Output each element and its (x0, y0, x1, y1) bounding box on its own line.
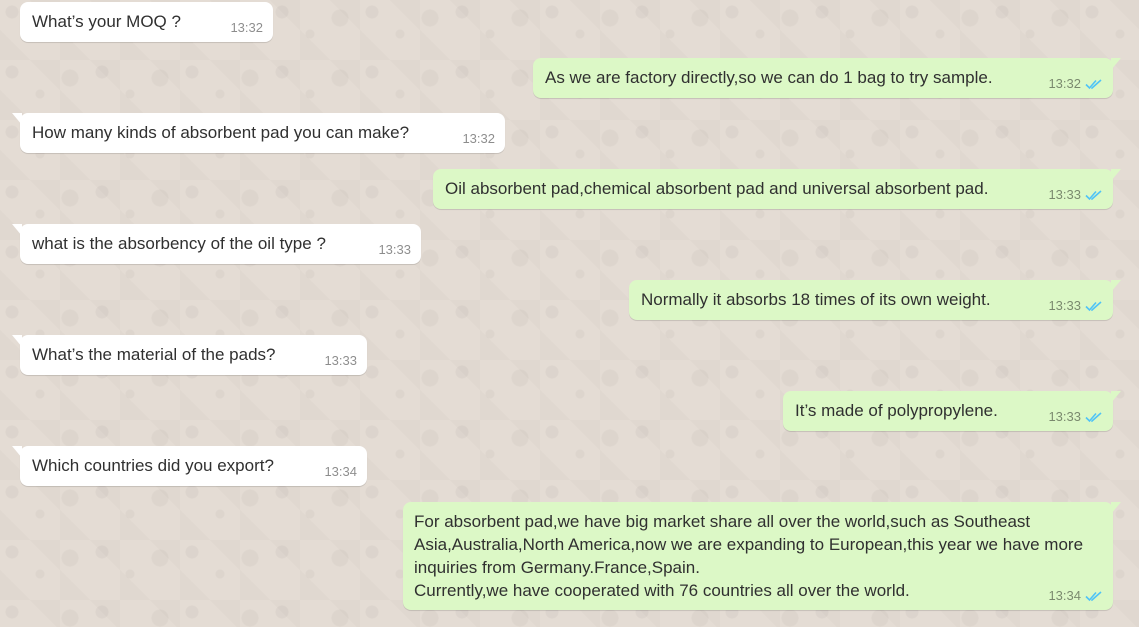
message-text: Normally it absorbs 18 times of its own … (641, 290, 991, 309)
message-text: Oil absorbent pad,chemical absorbent pad… (445, 179, 989, 198)
message-text: How many kinds of absorbent pad you can … (32, 123, 410, 142)
message-meta: 13:32 (230, 16, 263, 39)
message-time: 13:33 (1048, 187, 1081, 202)
message-meta: 13:33 (1048, 183, 1103, 206)
message-text: What’s the material of the pads? (32, 345, 276, 364)
message-bubble-outgoing[interactable]: As we are factory directly,so we can do … (533, 58, 1121, 98)
message-meta: 13:33 (1048, 405, 1103, 428)
message-text: What’s your MOQ ? (32, 12, 181, 31)
message-time: 13:32 (462, 131, 495, 146)
message-bubble-incoming[interactable]: Which countries did you export? 13:34 (12, 446, 367, 486)
double-check-icon (1085, 300, 1102, 311)
message-time: 13:32 (1048, 76, 1081, 91)
message-meta: 13:33 (1048, 294, 1103, 317)
message-time: 13:32 (230, 20, 263, 35)
message-text: As we are factory directly,so we can do … (545, 68, 993, 87)
message-time: 13:34 (324, 464, 357, 479)
message-bubble-outgoing[interactable]: For absorbent pad,we have big market sha… (403, 502, 1121, 610)
chat-conversation[interactable]: What’s your MOQ ? 13:32 As we are factor… (0, 0, 1139, 627)
message-bubble-incoming[interactable]: What’s the material of the pads? 13:33 (12, 335, 367, 375)
message-text: It’s made of polypropylene. (795, 401, 998, 420)
message-bubble-outgoing[interactable]: Oil absorbent pad,chemical absorbent pad… (433, 169, 1121, 209)
message-meta: 13:33 (324, 349, 357, 372)
message-time: 13:33 (378, 242, 411, 257)
message-time: 13:34 (1048, 588, 1081, 603)
double-check-icon (1085, 189, 1102, 200)
message-text: For absorbent pad,we have big market sha… (414, 512, 1084, 600)
double-check-icon (1085, 411, 1102, 422)
message-meta: 13:32 (462, 127, 495, 150)
message-meta: 13:34 (324, 460, 357, 483)
message-bubble-incoming[interactable]: what is the absorbency of the oil type ?… (12, 224, 421, 264)
double-check-icon (1085, 78, 1102, 89)
message-text: what is the absorbency of the oil type ? (32, 234, 326, 253)
message-text: Which countries did you export? (32, 456, 274, 475)
message-time: 13:33 (1048, 409, 1081, 424)
message-bubble-outgoing[interactable]: It’s made of polypropylene. 13:33 (783, 391, 1121, 431)
message-time: 13:33 (324, 353, 357, 368)
message-bubble-outgoing[interactable]: Normally it absorbs 18 times of its own … (629, 280, 1121, 320)
message-bubble-incoming[interactable]: How many kinds of absorbent pad you can … (12, 113, 505, 153)
message-bubble-incoming[interactable]: What’s your MOQ ? 13:32 (20, 2, 273, 42)
message-meta: 13:32 (1048, 72, 1103, 95)
double-check-icon (1085, 590, 1102, 601)
message-time: 13:33 (1048, 298, 1081, 313)
message-meta: 13:34 (1048, 584, 1103, 607)
message-meta: 13:33 (378, 238, 411, 261)
